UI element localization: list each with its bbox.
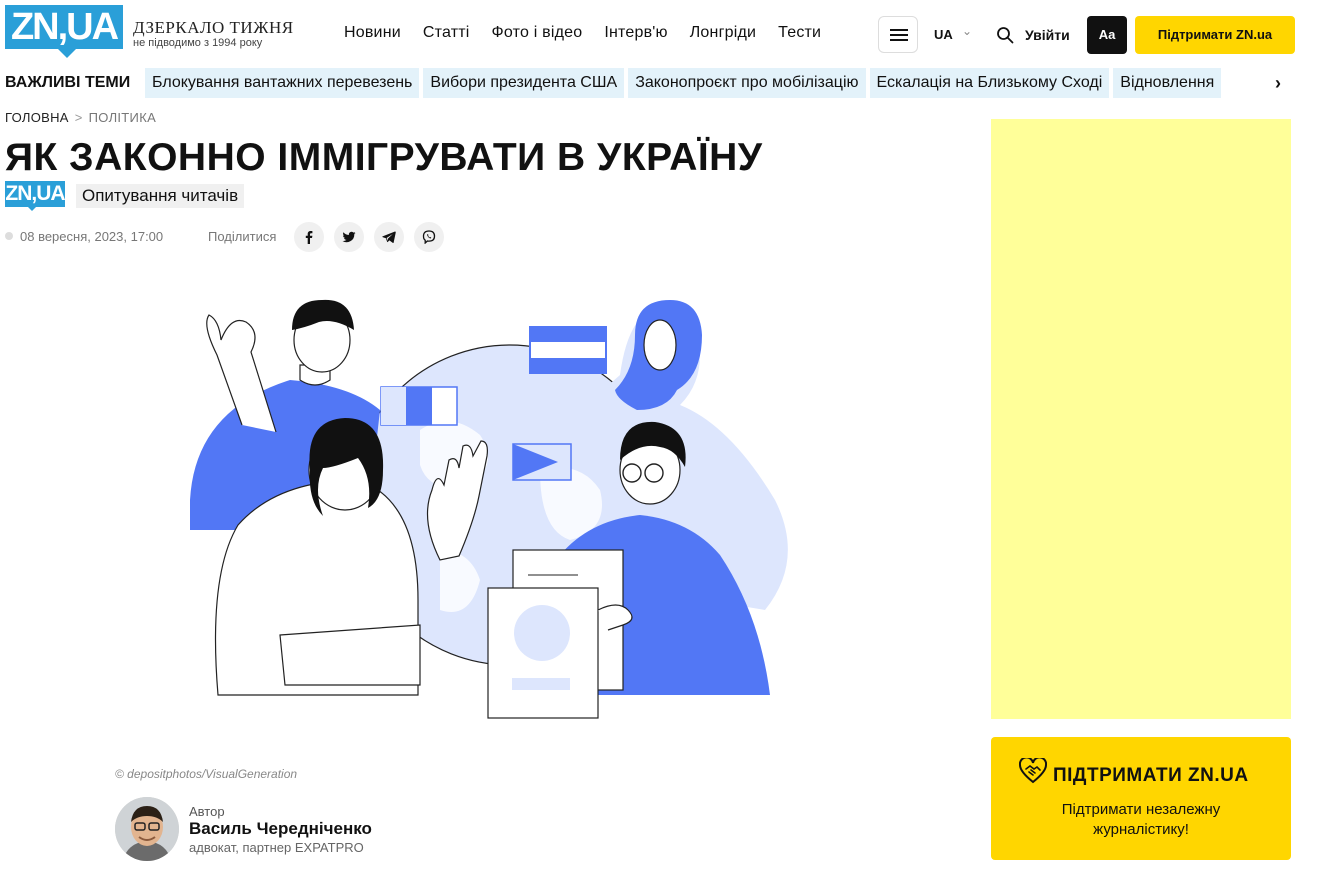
topic-item[interactable]: Законопроєкт про мобілізацію <box>628 68 866 98</box>
login-link[interactable]: Увійти <box>1025 27 1070 43</box>
chevron-right-icon[interactable]: › <box>1275 73 1281 94</box>
nav-item-articles[interactable]: Статті <box>423 24 470 42</box>
nav-item-longreads[interactable]: Лонгріди <box>690 24 756 42</box>
article-title: ЯК ЗАКОННО ІММІГРУВАТИ В УКРАЇНУ <box>5 136 763 179</box>
publish-date: 08 вересня, 2023, 17:00 <box>20 229 164 244</box>
main-nav: Новини Статті Фото і відео Інтерв'ю Лонг… <box>344 24 821 42</box>
brand-subtitle: не підводимо з 1994 року <box>133 37 263 49</box>
rubric-logo-tail <box>27 206 37 211</box>
logo-text: ZN,UA <box>5 5 123 49</box>
brand-title: ДЗЕРКАЛО ТИЖНЯ <box>133 18 294 37</box>
telegram-icon <box>382 231 396 243</box>
hamburger-menu-button[interactable] <box>878 16 918 53</box>
site-logo[interactable]: ZN,UA <box>5 5 123 58</box>
hamburger-icon-line <box>890 39 908 41</box>
topic-item[interactable]: Ескалація на Близькому Сході <box>869 68 1110 98</box>
rubric-label[interactable]: Опитування читачів <box>76 184 245 208</box>
twitter-icon <box>342 231 356 243</box>
share-label: Поділитися <box>208 229 277 244</box>
breadcrumb-home[interactable]: ГОЛОВНА <box>5 110 69 125</box>
site-header: ZN,UA ДЗЕРКАЛО ТИЖНЯ не підводимо з 1994… <box>0 0 1325 70</box>
breadcrumb: ГОЛОВНА > ПОЛІТИКА <box>5 110 156 125</box>
topic-item[interactable]: Блокування вантажних перевезень <box>145 68 420 98</box>
important-topics-bar: ВАЖЛИВІ ТЕМИ Блокування вантажних переве… <box>0 68 1325 100</box>
breadcrumb-category[interactable]: ПОЛІТИКА <box>89 110 156 125</box>
status-dot-icon <box>5 232 13 240</box>
author-name[interactable]: Василь Чередніченко <box>189 819 372 839</box>
nav-item-news[interactable]: Новини <box>344 24 401 42</box>
image-credit: © depositphotos/VisualGeneration <box>115 767 298 781</box>
support-button[interactable]: Підтримати ZN.ua <box>1135 16 1295 54</box>
logo-tail <box>57 48 77 58</box>
nav-item-photo-video[interactable]: Фото і відео <box>492 24 583 42</box>
support-card[interactable]: ПІДТРИМАТИ ZN.UA Підтримати незалежну жу… <box>991 737 1291 860</box>
search-icon[interactable] <box>996 26 1014 44</box>
topics-label: ВАЖЛИВІ ТЕМИ <box>5 74 131 91</box>
breadcrumb-separator-icon: > <box>74 110 83 125</box>
ad-placeholder <box>991 119 1291 719</box>
twitter-share-button[interactable] <box>334 222 364 252</box>
facebook-share-button[interactable] <box>294 222 324 252</box>
viber-share-button[interactable] <box>414 222 444 252</box>
avatar-photo-icon <box>115 797 179 861</box>
rubric-logo: ZN,UA <box>5 181 66 207</box>
hamburger-icon <box>890 29 908 31</box>
facebook-icon <box>305 231 313 244</box>
viber-icon <box>422 230 436 244</box>
support-card-title: ПІДТРИМАТИ ZN.UA <box>1053 765 1249 786</box>
telegram-share-button[interactable] <box>374 222 404 252</box>
nav-item-interviews[interactable]: Інтерв'ю <box>604 24 667 42</box>
nav-item-tests[interactable]: Тести <box>778 24 821 42</box>
author-role: адвокат, партнер EXPATPRO <box>189 840 364 855</box>
font-size-button[interactable]: Aa <box>1087 16 1127 54</box>
handshake-heart-icon <box>1019 758 1047 784</box>
topic-item[interactable]: Вибори президента США <box>423 68 625 98</box>
chevron-down-icon: ⌄ <box>962 24 973 38</box>
language-selector[interactable]: UA <box>934 27 953 42</box>
author-label: Автор <box>189 804 225 819</box>
support-card-text: Підтримати незалежну журналістику! <box>1061 801 1221 838</box>
hamburger-icon-line <box>890 34 908 36</box>
topic-item[interactable]: Відновлення <box>1113 68 1222 98</box>
article-illustration <box>190 299 788 719</box>
topics-list: Блокування вантажних перевезень Вибори пр… <box>145 68 1267 100</box>
author-avatar[interactable] <box>115 797 179 861</box>
